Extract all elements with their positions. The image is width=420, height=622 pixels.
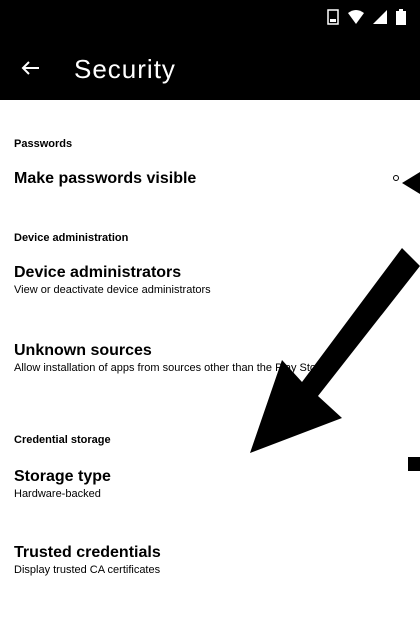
settings-list: Passwords Make passwords visible Device … bbox=[0, 100, 420, 622]
status-bar bbox=[0, 0, 420, 36]
annotation-mark bbox=[408, 457, 420, 471]
make-passwords-visible-item[interactable]: Make passwords visible bbox=[0, 170, 372, 200]
item-title: Device administrators bbox=[14, 264, 182, 281]
item-summary: Hardware-backed bbox=[14, 488, 101, 500]
signal-icon bbox=[373, 9, 387, 29]
back-arrow-icon[interactable] bbox=[18, 56, 42, 80]
annotation-arrow bbox=[250, 248, 420, 453]
trusted-credentials-item[interactable]: Trusted credentials Display trusted CA c… bbox=[0, 544, 372, 584]
item-title: Storage type bbox=[14, 468, 111, 485]
battery-icon bbox=[396, 8, 406, 30]
section-header-credential-storage: Credential storage bbox=[14, 434, 111, 446]
wifi-icon bbox=[348, 9, 364, 29]
item-title: Unknown sources bbox=[14, 342, 152, 359]
item-title: Make passwords visible bbox=[14, 170, 197, 187]
status-icons bbox=[327, 8, 406, 30]
section-header-passwords: Passwords bbox=[14, 138, 73, 150]
item-title: Trusted credentials bbox=[14, 544, 161, 561]
storage-type-item[interactable]: Storage type Hardware-backed bbox=[0, 468, 372, 508]
page-title: Security bbox=[74, 54, 176, 84]
app-bar: Security bbox=[0, 36, 420, 100]
notification-icon bbox=[327, 8, 339, 30]
section-header-device-administration: Device administration bbox=[14, 232, 129, 244]
toggle-switch[interactable] bbox=[392, 172, 420, 194]
item-summary: Display trusted CA certificates bbox=[14, 564, 161, 576]
